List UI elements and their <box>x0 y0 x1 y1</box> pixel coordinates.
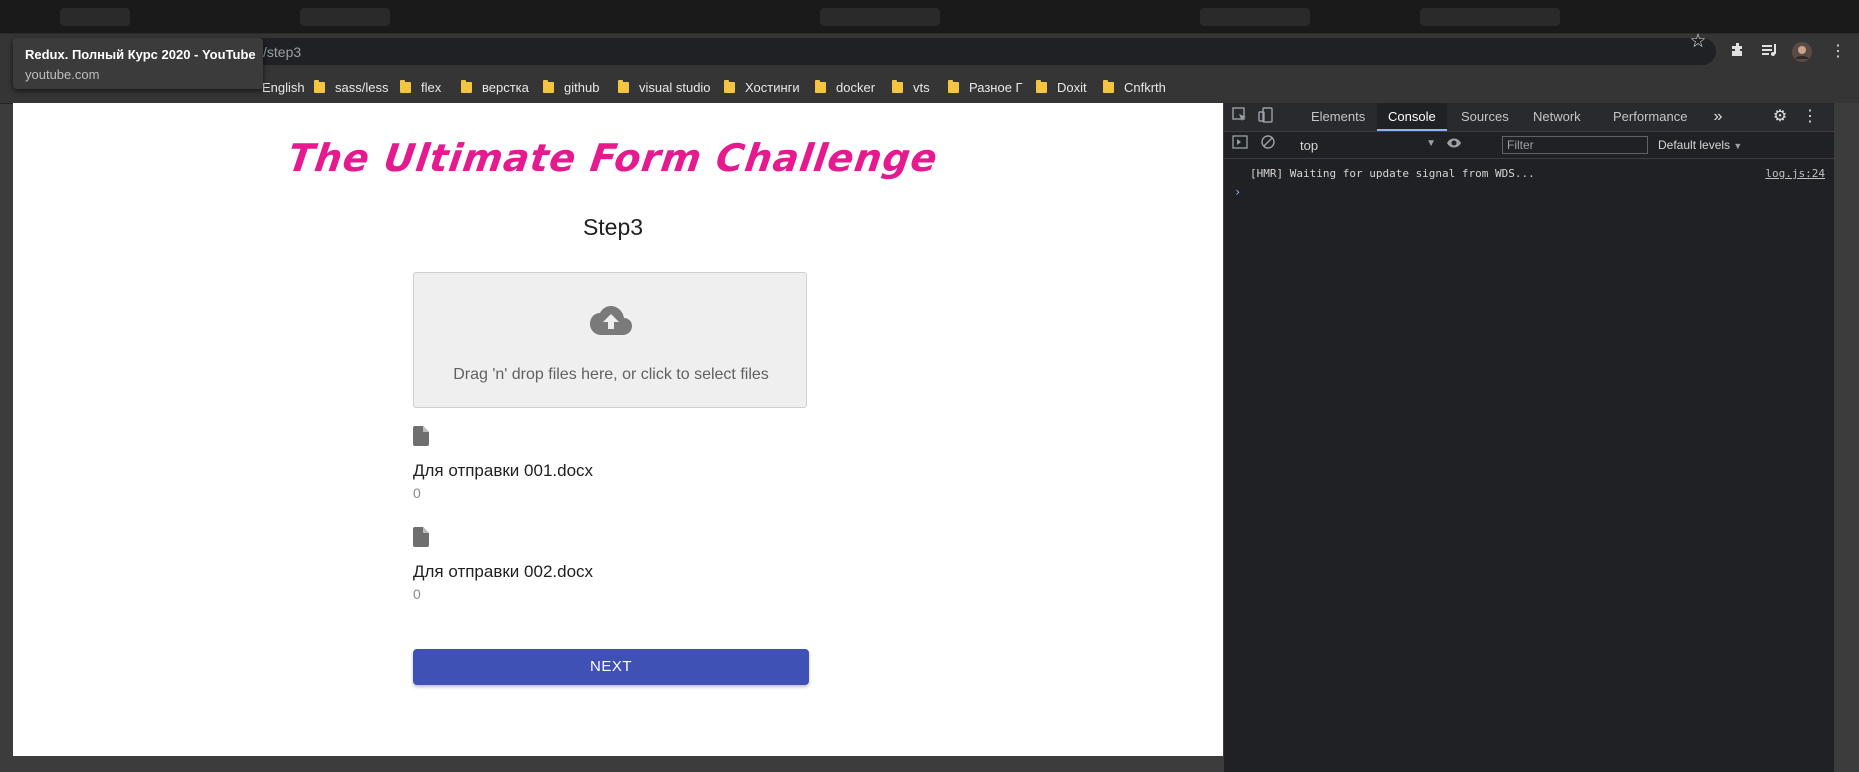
context-value: top <box>1300 138 1319 153</box>
bookmark-english[interactable]: English <box>262 77 305 97</box>
dropzone-text: Drag 'n' drop files here, or click to se… <box>453 366 769 383</box>
console-source-link[interactable]: log.js:24 <box>1765 167 1825 180</box>
folder-icon <box>948 79 959 93</box>
more-tabs-icon[interactable]: » <box>1708 107 1728 127</box>
folder-icon <box>724 79 735 93</box>
bookmark-star-icon[interactable]: ☆ <box>1688 32 1708 52</box>
bookmark-folder[interactable]: Хостинги <box>724 77 800 97</box>
bookmark-label: Doxit <box>1057 79 1087 95</box>
bookmark-label: English <box>262 79 305 95</box>
bookmark-folder[interactable]: vts <box>892 77 930 97</box>
bookmark-folder[interactable]: Cnfkrth <box>1103 77 1166 97</box>
folder-icon <box>400 79 411 93</box>
file-dropzone[interactable]: Drag 'n' drop files here, or click to se… <box>413 272 807 408</box>
file-size: 0 <box>413 485 421 501</box>
folder-icon <box>543 79 554 93</box>
bookmark-label: flex <box>421 79 442 95</box>
file-icon <box>413 527 429 547</box>
bookmark-label: Cnfkrth <box>1124 79 1166 95</box>
browser-tab-strip <box>0 0 1859 34</box>
bookmark-folder[interactable]: Doxit <box>1036 77 1087 97</box>
folder-icon <box>815 79 826 93</box>
file-icon <box>413 426 429 446</box>
console-prompt-icon[interactable]: › <box>1234 185 1241 199</box>
profile-avatar[interactable] <box>1792 42 1812 62</box>
console-message: [HMR] Waiting for update signal from WDS… <box>1250 167 1535 180</box>
chevron-down-icon: ▼ <box>1733 141 1743 151</box>
file-size: 0 <box>413 586 421 602</box>
tooltip-domain: youtube.com <box>25 67 100 82</box>
bookmark-label: Хостинги <box>745 79 800 95</box>
bookmark-folder[interactable]: sass/less <box>314 77 388 97</box>
console-toolbar: top ▼ Filter Default levels ▼ <box>1224 132 1835 159</box>
folder-icon <box>314 79 325 93</box>
file-name: Для отправки 001.docx <box>413 461 594 480</box>
bookmark-label: github <box>564 79 600 95</box>
tooltip-title: Redux. Полный Курс 2020 - YouTube <box>25 47 256 62</box>
log-levels-label: Default levels <box>1658 138 1731 152</box>
bookmark-folder[interactable]: flex <box>400 77 441 97</box>
address-bar-url[interactable]: /step3 <box>263 44 301 60</box>
bookmark-label: docker <box>836 79 876 95</box>
bookmark-label: visual studio <box>639 79 711 95</box>
more-options-icon[interactable]: ⋮ <box>1800 107 1820 127</box>
folder-icon <box>1036 79 1047 93</box>
page-viewport: The Ultimate Form Challenge Step3 Drag '… <box>13 103 1223 756</box>
hero-title: The Ultimate Form Challenge <box>285 136 941 180</box>
bookmark-folder[interactable]: верстка <box>461 77 529 97</box>
tab-console[interactable]: Console <box>1377 103 1447 131</box>
tab-hover-tooltip: Redux. Полный Курс 2020 - YouTube youtub… <box>13 38 263 89</box>
log-levels-select[interactable]: Default levels ▼ <box>1658 138 1742 152</box>
browser-tab[interactable] <box>1200 8 1310 26</box>
browser-tab[interactable] <box>1420 8 1560 26</box>
devtools-panel: Elements Console Sources Network Perform… <box>1223 103 1835 772</box>
bookmark-folder[interactable]: Разное Г <box>948 77 1023 97</box>
step-title: Step3 <box>582 214 644 240</box>
devtools-tabbar: Elements Console Sources Network Perform… <box>1224 103 1835 132</box>
cloud-upload-icon <box>590 306 632 335</box>
inspect-element-icon[interactable] <box>1230 107 1250 127</box>
clear-console-icon[interactable] <box>1258 135 1278 155</box>
folder-icon <box>1103 79 1114 93</box>
address-bar[interactable]: /step3 <box>250 38 1716 65</box>
device-toolbar-icon[interactable] <box>1256 107 1276 127</box>
next-button[interactable]: NEXT <box>413 649 809 685</box>
chevron-down-icon: ▼ <box>1426 138 1436 149</box>
folder-icon <box>618 79 629 93</box>
context-select[interactable]: top ▼ <box>1300 138 1436 153</box>
file-name: Для отправки 002.docx <box>413 562 594 581</box>
tab-sources[interactable]: Sources <box>1450 103 1520 131</box>
browser-tab[interactable] <box>60 8 130 26</box>
media-controls-icon[interactable] <box>1760 42 1780 62</box>
folder-icon <box>461 79 472 93</box>
window-edge <box>1834 103 1859 772</box>
bookmark-folder[interactable]: docker <box>815 77 875 97</box>
browser-toolbar: /step3 ☆ ⋮ <box>0 32 1859 69</box>
bookmark-folder[interactable]: github <box>543 77 599 97</box>
bookmarks-bar: English sass/less flex верстка github vi… <box>0 69 1859 104</box>
gear-icon[interactable]: ⚙ <box>1770 107 1790 127</box>
browser-menu-icon[interactable]: ⋮ <box>1828 42 1848 62</box>
extensions-icon[interactable] <box>1728 42 1748 62</box>
eye-icon[interactable] <box>1444 135 1464 155</box>
browser-tab[interactable] <box>820 8 940 26</box>
bookmark-folder[interactable]: visual studio <box>618 77 711 97</box>
tab-network[interactable]: Network <box>1522 103 1592 131</box>
sidebar-toggle-icon[interactable] <box>1230 135 1250 155</box>
tab-performance[interactable]: Performance <box>1602 103 1698 131</box>
browser-tab[interactable] <box>300 8 390 26</box>
folder-icon <box>892 79 903 93</box>
bookmark-label: vts <box>913 79 930 95</box>
bookmark-label: sass/less <box>335 79 389 95</box>
tab-elements[interactable]: Elements <box>1300 103 1376 131</box>
console-filter-input[interactable]: Filter <box>1502 136 1648 154</box>
bookmark-label: Разное Г <box>969 79 1023 95</box>
bookmark-label: верстка <box>482 79 529 95</box>
